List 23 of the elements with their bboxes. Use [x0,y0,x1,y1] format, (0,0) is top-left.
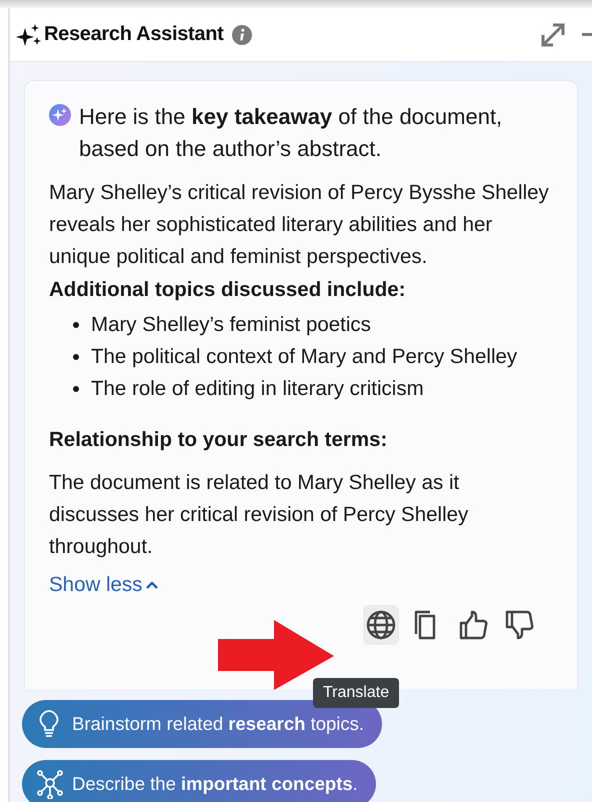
topic-text: The political context of Mary and Percy Shelley [91,344,518,370]
sparkle-icon [16,24,42,46]
suggestion-button[interactable]: Brainstorm related research topics. [22,700,382,748]
sparkle-icon [49,104,71,126]
section-heading: Additional topics discussed include: [49,277,407,303]
bullet-icon [73,322,79,328]
suggestion-button[interactable]: Describe the important concepts. [22,760,376,802]
minimize-icon[interactable] [582,32,592,36]
topic-text: Mary Shelley’s feminist poetics [91,312,371,338]
show-less-link[interactable]: Show less [49,573,158,597]
topic-text: The role of editing in literary criticism [91,376,424,402]
network-icon [36,769,64,799]
bullet-icon [73,354,79,360]
summary-text: Mary Shelley’s critical revision of Percy Bysshe Shelley reveals her sophisticated literary abilities and her unique political and feminist perspectives. [49,180,550,270]
panel-title: Research Assistant [44,23,224,46]
relation-text: The document is related to Mary Shelley as it discusses her critical revision of Percy Shelley throughout. [49,470,470,560]
intro-text: Here is the key takeaway of the document, based on the author’s abstract. [79,103,504,163]
section-heading: Relationship to your search terms: [49,427,388,453]
globe-icon[interactable] [363,605,399,645]
tooltip: Translate [313,678,400,708]
bullet-icon [73,386,79,392]
caret-icon [146,581,158,589]
info-icon[interactable] [232,24,252,44]
